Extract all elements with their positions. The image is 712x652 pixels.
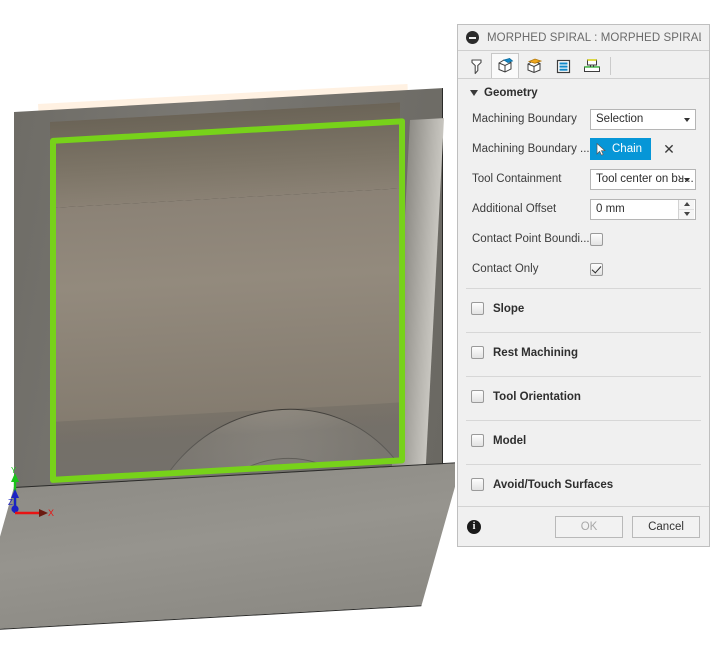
panel-title-text: MORPHED SPIRAL : MORPHED SPIRAL2	[487, 31, 701, 44]
axis-label-y: Y	[11, 466, 17, 475]
contact-point-boundary-checkbox[interactable]	[590, 232, 603, 246]
geometry-group-header[interactable]: Geometry	[458, 81, 709, 104]
section-rest-machining-label: Rest Machining	[493, 346, 578, 359]
ok-button[interactable]: OK	[555, 515, 623, 538]
cursor-arrow-icon	[596, 142, 606, 156]
machining-boundary-chain[interactable]	[50, 118, 405, 484]
row-machining-boundary-selection: Machining Boundary ... Chain ✕	[458, 134, 709, 164]
chain-button-label: Chain	[612, 143, 643, 155]
section-avoid-touch-surfaces[interactable]: Avoid/Touch Surfaces	[458, 465, 709, 504]
row-additional-offset: Additional Offset 0 mm	[458, 194, 709, 224]
panel-title-bar: MORPHED SPIRAL : MORPHED SPIRAL2	[458, 25, 709, 51]
linking-tab[interactable]	[578, 53, 606, 78]
heights-tab[interactable]	[520, 53, 548, 78]
label-tool-containment: Tool Containment	[472, 173, 562, 185]
label-machining-boundary-selection: Machining Boundary ...	[472, 143, 590, 155]
chevron-down-icon	[684, 117, 690, 122]
panel-footer: i OK Cancel	[458, 506, 709, 546]
additional-offset-spinner[interactable]: 0 mm	[590, 198, 696, 220]
spinner-buttons	[678, 199, 694, 219]
passes-tab[interactable]	[549, 53, 577, 78]
clear-selection-icon[interactable]: ✕	[663, 142, 675, 156]
row-machining-boundary: Machining Boundary Selection	[458, 104, 709, 134]
section-model-label: Model	[493, 434, 527, 447]
label-contact-only: Contact Only	[472, 263, 539, 275]
row-contact-point-boundary: Contact Point Boundi...	[458, 224, 709, 254]
label-contact-point-boundary: Contact Point Boundi...	[472, 233, 590, 245]
panel-scroll-area: Geometry Machining Boundary Selection Ma…	[458, 81, 709, 506]
3d-model-viewport[interactable]: Y Z X	[0, 0, 455, 652]
geometry-tab[interactable]	[491, 53, 519, 78]
rest-machining-enable-checkbox[interactable]	[471, 346, 484, 359]
label-machining-boundary: Machining Boundary	[472, 113, 577, 125]
section-slope-label: Slope	[493, 302, 525, 315]
machining-boundary-select[interactable]: Selection	[590, 108, 696, 130]
section-slope[interactable]: Slope	[458, 289, 709, 328]
info-icon[interactable]: i	[467, 519, 481, 534]
section-model[interactable]: Model	[458, 421, 709, 460]
section-tool-orientation[interactable]: Tool Orientation	[458, 377, 709, 416]
slope-enable-checkbox[interactable]	[471, 302, 484, 315]
row-tool-containment: Tool Containment Tool center on bᴚ...	[458, 164, 709, 194]
section-rest-machining[interactable]: Rest Machining	[458, 333, 709, 372]
axis-triad: Y Z X	[6, 465, 76, 530]
chain-select-button[interactable]: Chain	[590, 138, 652, 160]
cancel-button[interactable]: Cancel	[632, 515, 700, 538]
section-tool-orientation-label: Tool Orientation	[493, 390, 581, 403]
operation-properties-panel: MORPHED SPIRAL : MORPHED SPIRAL2 Geometr…	[457, 24, 710, 547]
contact-only-checkbox[interactable]	[590, 262, 603, 276]
model-enable-checkbox[interactable]	[471, 434, 484, 447]
axis-label-z: Z	[8, 498, 13, 507]
tab-separator	[610, 57, 611, 75]
panel-tab-bar	[458, 51, 709, 79]
tool-tab[interactable]	[462, 53, 490, 78]
tool-containment-select[interactable]: Tool center on bᴚ...	[590, 168, 696, 190]
label-additional-offset: Additional Offset	[472, 203, 557, 215]
chevron-down-icon	[684, 177, 690, 182]
geometry-group-label: Geometry	[484, 87, 538, 99]
spinner-up-icon[interactable]	[679, 199, 694, 210]
tool-containment-value: Tool center on bᴚ...	[596, 173, 694, 185]
avoid-touch-surfaces-enable-checkbox[interactable]	[471, 478, 484, 491]
axis-label-x: X	[48, 508, 54, 518]
spinner-down-icon[interactable]	[679, 209, 694, 219]
chevron-down-icon	[470, 90, 478, 96]
tool-orientation-enable-checkbox[interactable]	[471, 390, 484, 403]
machining-boundary-value: Selection	[596, 113, 644, 125]
section-avoid-touch-surfaces-label: Avoid/Touch Surfaces	[493, 478, 614, 491]
minus-circle-icon[interactable]	[466, 31, 479, 44]
row-contact-only: Contact Only	[458, 254, 709, 284]
